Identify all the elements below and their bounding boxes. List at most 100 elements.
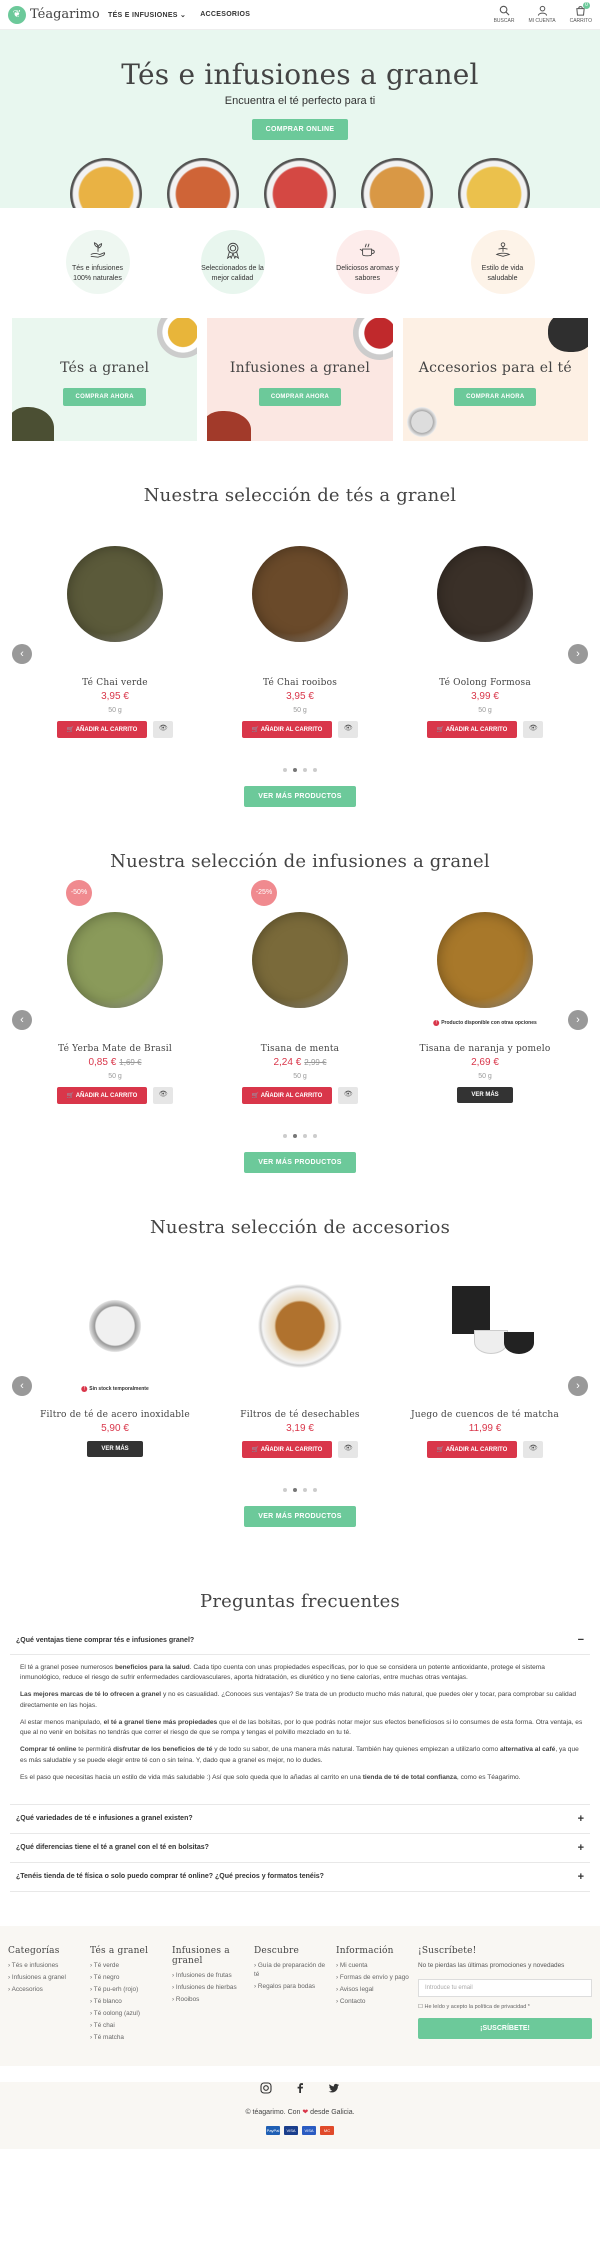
product-name[interactable]: Filtros de té desechables bbox=[225, 1410, 375, 1420]
carousel-dot[interactable] bbox=[303, 1488, 307, 1492]
product-card[interactable]: Filtros de té desechables 3,19 € 🛒 AÑADI… bbox=[225, 1266, 375, 1458]
quick-view-button[interactable]: 👁 bbox=[153, 1087, 174, 1104]
category-infusions[interactable]: Infusiones a granel COMPRAR AHORA bbox=[207, 318, 393, 441]
product-name[interactable]: Tisana de menta bbox=[225, 1044, 375, 1054]
add-to-cart-button[interactable]: 🛒 AÑADIR AL CARRITO bbox=[56, 1087, 148, 1104]
add-to-cart-button[interactable]: 🛒 AÑADIR AL CARRITO bbox=[426, 1441, 518, 1458]
product-card[interactable]: Juego de cuencos de té matcha 11,99 € 🛒 … bbox=[410, 1266, 560, 1458]
carousel-next-button[interactable]: › bbox=[568, 1376, 588, 1396]
quick-view-button[interactable]: 👁 bbox=[523, 1441, 544, 1458]
quick-view-button[interactable]: 👁 bbox=[338, 1087, 359, 1104]
see-more-button[interactable]: VER MÁS bbox=[457, 1087, 513, 1103]
email-input[interactable]: Introduce tu email bbox=[418, 1978, 592, 1997]
footer-link[interactable]: › Formas de envío y pago bbox=[336, 1974, 412, 1983]
quick-view-button[interactable]: 👁 bbox=[153, 721, 174, 738]
footer-link[interactable]: › Rooibos bbox=[172, 1996, 248, 2005]
see-more-button[interactable]: VER MÁS bbox=[87, 1441, 143, 1457]
privacy-checkbox[interactable]: ☐ He leído y acepto la política de priva… bbox=[418, 2004, 592, 2010]
category-teas[interactable]: Tés a granel COMPRAR AHORA bbox=[12, 318, 198, 441]
buy-now-button[interactable]: COMPRAR AHORA bbox=[454, 388, 537, 406]
shop-online-button[interactable]: COMPRAR ONLINE bbox=[251, 119, 349, 140]
footer-link[interactable]: › Tés e infusiones bbox=[8, 1962, 84, 1971]
footer-link[interactable]: › Té negro bbox=[90, 1974, 166, 1983]
quick-view-button[interactable]: 👁 bbox=[338, 1441, 359, 1458]
carousel-dot-active[interactable] bbox=[293, 1488, 297, 1492]
see-more-products-button[interactable]: VER MÁS PRODUCTOS bbox=[244, 786, 356, 807]
faq-question[interactable]: ¿Tenéis tienda de té física o solo puedo… bbox=[10, 1863, 590, 1892]
footer-link[interactable]: › Té blanco bbox=[90, 1998, 166, 2007]
carousel-dot-active[interactable] bbox=[293, 768, 297, 772]
footer-link[interactable]: › Infusiones de frutas bbox=[172, 1972, 248, 1981]
footer-link[interactable]: › Té chai bbox=[90, 2022, 166, 2031]
product-card[interactable]: ! Producto disponible con otras opciones … bbox=[410, 900, 560, 1104]
footer-link[interactable]: › Té verde bbox=[90, 1962, 166, 1971]
footer-link[interactable]: › Regalos para bodas bbox=[254, 1983, 330, 1992]
buy-now-button[interactable]: COMPRAR AHORA bbox=[258, 388, 342, 406]
account-button[interactable]: MI CUENTA bbox=[528, 5, 556, 24]
product-card[interactable]: Té Chai rooibos 3,95 € 50 g 🛒 AÑADIR AL … bbox=[225, 534, 375, 738]
carousel-dot[interactable] bbox=[303, 768, 307, 772]
add-to-cart-button[interactable]: 🛒 AÑADIR AL CARRITO bbox=[241, 721, 333, 738]
product-card[interactable]: Té Chai verde 3,95 € 50 g 🛒 AÑADIR AL CA… bbox=[40, 534, 190, 738]
product-card[interactable]: -25% Tisana de menta 2,24 €2,99 € 50 g 🛒… bbox=[225, 880, 375, 1104]
quick-view-button[interactable]: 👁 bbox=[338, 721, 359, 738]
twitter-icon[interactable] bbox=[328, 2082, 340, 2094]
carousel-dot[interactable] bbox=[313, 1134, 317, 1138]
footer-link[interactable]: › Avisos legal bbox=[336, 1986, 412, 1995]
product-image bbox=[245, 534, 355, 654]
footer-link[interactable]: › Té matcha bbox=[90, 2034, 166, 2043]
product-card[interactable]: -50% Té Yerba Mate de Brasil 0,85 €1,69 … bbox=[40, 880, 190, 1104]
carousel-dot[interactable] bbox=[283, 1134, 287, 1138]
carousel-dot[interactable] bbox=[313, 1488, 317, 1492]
category-accessories[interactable]: Accesorios para el té COMPRAR AHORA bbox=[402, 318, 588, 441]
footer-link[interactable]: › Té pu-erh (rojo) bbox=[90, 1986, 166, 1995]
carousel-prev-button[interactable]: ‹ bbox=[12, 1376, 32, 1396]
product-name[interactable]: Té Yerba Mate de Brasil bbox=[40, 1044, 190, 1054]
product-name[interactable]: Tisana de naranja y pomelo bbox=[410, 1044, 560, 1054]
carousel-dot[interactable] bbox=[313, 768, 317, 772]
carousel-next-button[interactable]: › bbox=[568, 1010, 588, 1030]
carousel-prev-button[interactable]: ‹ bbox=[12, 1010, 32, 1030]
quick-view-button[interactable]: 👁 bbox=[523, 721, 544, 738]
cart-button[interactable]: 0 CARRITO bbox=[570, 2, 592, 24]
product-name[interactable]: Té Chai rooibos bbox=[225, 678, 375, 688]
footer-link[interactable]: › Mi cuenta bbox=[336, 1962, 412, 1971]
subscribe-button[interactable]: ¡SUSCRÍBETE! bbox=[418, 2017, 592, 2039]
carousel-next-button[interactable]: › bbox=[568, 644, 588, 664]
add-to-cart-button[interactable]: 🛒 AÑADIR AL CARRITO bbox=[241, 1441, 333, 1458]
facebook-icon[interactable] bbox=[294, 2082, 306, 2094]
product-name[interactable]: Juego de cuencos de té matcha bbox=[410, 1410, 560, 1420]
faq-question[interactable]: ¿Qué variedades de té e infusiones a gra… bbox=[10, 1803, 590, 1834]
product-name[interactable]: Filtro de té de acero inoxidable bbox=[40, 1410, 190, 1420]
logo[interactable]: ❦ Téagarimo bbox=[8, 5, 108, 24]
nav-item-teas[interactable]: TÉS E INFUSIONES ⌄ bbox=[108, 11, 186, 19]
add-to-cart-button[interactable]: 🛒 AÑADIR AL CARRITO bbox=[56, 721, 148, 738]
cart-icon: 🛒 bbox=[251, 727, 260, 733]
carousel-dot[interactable] bbox=[283, 1488, 287, 1492]
footer-link[interactable]: › Infusiones a granel bbox=[8, 1974, 84, 1983]
buy-now-button[interactable]: COMPRAR AHORA bbox=[63, 388, 146, 406]
footer-link[interactable]: › Té oolong (azul) bbox=[90, 2010, 166, 2019]
product-card[interactable]: ! Sin stock temporalmente Filtro de té de… bbox=[40, 1266, 190, 1458]
product-name[interactable]: Té Oolong Formosa bbox=[410, 678, 560, 688]
product-card[interactable]: Té Oolong Formosa 3,99 € 50 g 🛒 AÑADIR A… bbox=[410, 534, 560, 738]
nav-item-accessories[interactable]: ACCESORIOS bbox=[200, 11, 250, 19]
faq-question[interactable]: ¿Qué diferencias tiene el té a granel co… bbox=[10, 1834, 590, 1863]
product-name[interactable]: Té Chai verde bbox=[40, 678, 190, 688]
footer-link[interactable]: › Contacto bbox=[336, 1998, 412, 2007]
carousel-dot[interactable] bbox=[283, 768, 287, 772]
carousel-prev-button[interactable]: ‹ bbox=[12, 644, 32, 664]
instagram-icon[interactable] bbox=[260, 2082, 272, 2094]
footer-link[interactable]: › Infusiones de hierbas bbox=[172, 1984, 248, 1993]
see-more-products-button[interactable]: VER MÁS PRODUCTOS bbox=[244, 1152, 356, 1173]
carousel-dot[interactable] bbox=[303, 1134, 307, 1138]
footer-link[interactable]: › Guía de preparación de té bbox=[254, 1962, 330, 1980]
footer-link[interactable]: › Accesorios bbox=[8, 1986, 84, 1995]
add-to-cart-button[interactable]: 🛒 AÑADIR AL CARRITO bbox=[426, 721, 518, 738]
see-more-products-button[interactable]: VER MÁS PRODUCTOS bbox=[244, 1506, 356, 1527]
carousel-dots bbox=[0, 1488, 600, 1492]
add-to-cart-button[interactable]: 🛒 AÑADIR AL CARRITO bbox=[241, 1087, 333, 1104]
carousel-dot-active[interactable] bbox=[293, 1134, 297, 1138]
search-button[interactable]: BUSCAR bbox=[494, 5, 514, 24]
faq-question-open[interactable]: ¿Qué ventajas tiene comprar tés e infusi… bbox=[10, 1626, 590, 1655]
